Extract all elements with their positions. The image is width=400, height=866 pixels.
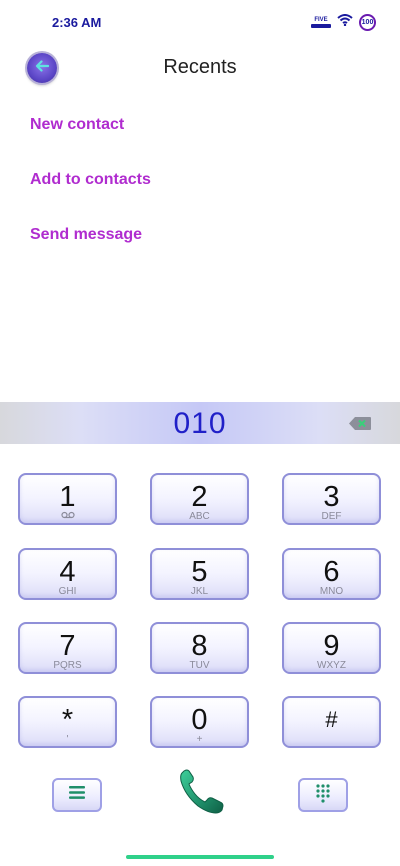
key-star[interactable]: * ' xyxy=(18,696,117,748)
backspace-icon xyxy=(348,417,372,435)
key-letters: MNO xyxy=(319,586,344,597)
status-time: 2:36 AM xyxy=(52,15,102,30)
add-to-contacts-link[interactable]: Add to contacts xyxy=(30,171,151,189)
wifi-icon xyxy=(337,13,353,31)
key-digit: # xyxy=(325,707,338,732)
phone-icon xyxy=(176,769,224,820)
key-1[interactable]: 1 xyxy=(18,473,117,525)
call-button[interactable] xyxy=(174,769,226,820)
battery-icon: 100 xyxy=(359,13,376,31)
key-8[interactable]: 8 TUV xyxy=(150,622,249,674)
carrier-label: FIVE xyxy=(314,16,328,23)
key-letters: DEF xyxy=(321,511,342,522)
keypad-toggle-button[interactable] xyxy=(298,778,348,812)
key-letters: + xyxy=(196,734,203,745)
key-digit: 6 xyxy=(323,556,340,588)
voicemail-icon xyxy=(20,511,115,522)
key-digit: 2 xyxy=(191,481,208,513)
key-digit: 1 xyxy=(59,481,76,513)
key-letters: JKL xyxy=(190,586,209,597)
key-3[interactable]: 3 DEF xyxy=(282,473,381,525)
number-bar: 010 xyxy=(0,402,400,444)
key-letters: TUV xyxy=(189,660,210,671)
key-digit: * xyxy=(61,704,74,736)
key-letters: PQRS xyxy=(53,660,82,671)
dialpad-icon xyxy=(315,783,331,808)
key-7[interactable]: 7 PQRS xyxy=(18,622,117,674)
menu-icon xyxy=(69,786,85,804)
signal-icon: FIVE xyxy=(311,17,331,28)
new-contact-link[interactable]: New contact xyxy=(30,116,124,134)
send-message-link[interactable]: Send message xyxy=(30,226,142,244)
status-icons: FIVE 100 xyxy=(311,13,376,31)
backspace-button[interactable] xyxy=(348,416,372,431)
key-0[interactable]: 0 + xyxy=(150,696,249,748)
key-digit: 4 xyxy=(59,556,76,588)
page-title: Recents xyxy=(163,56,237,78)
key-letters: WXYZ xyxy=(317,660,346,671)
key-hash[interactable]: # xyxy=(282,696,381,748)
key-letters: GHI xyxy=(58,586,77,597)
menu-button[interactable] xyxy=(52,778,102,812)
key-4[interactable]: 4 GHI xyxy=(18,548,117,600)
status-bar: 2:36 AM FIVE 100 xyxy=(0,0,400,44)
key-9[interactable]: 9 WXYZ xyxy=(282,622,381,674)
key-digit: 5 xyxy=(191,556,208,588)
dialed-number: 010 xyxy=(173,407,227,440)
key-6[interactable]: 6 MNO xyxy=(282,548,381,600)
key-digit: 0 xyxy=(191,704,208,736)
home-indicator[interactable] xyxy=(126,855,274,859)
key-2[interactable]: 2 ABC xyxy=(150,473,249,525)
key-letters: ' xyxy=(66,734,69,745)
key-5[interactable]: 5 JKL xyxy=(150,548,249,600)
key-digit: 7 xyxy=(59,630,76,662)
key-letters: ABC xyxy=(189,511,210,522)
key-digit: 9 xyxy=(323,630,340,662)
key-digit: 3 xyxy=(323,481,340,513)
key-digit: 8 xyxy=(191,630,208,662)
